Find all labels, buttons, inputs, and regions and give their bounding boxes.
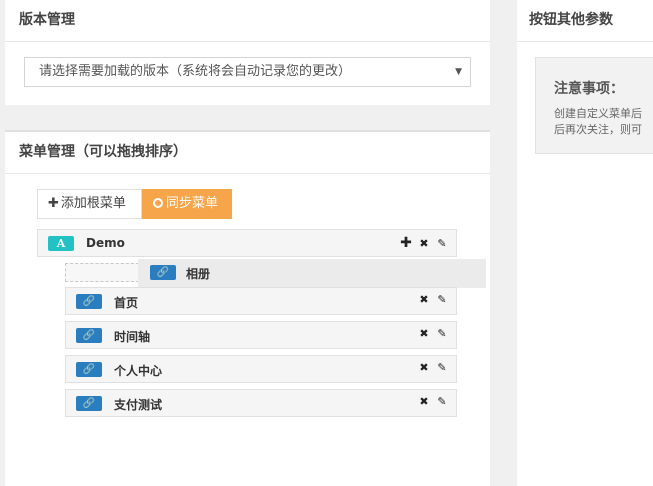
menu-item-label: 时间轴 xyxy=(114,330,151,344)
notice-line: 创建自定义菜单后 xyxy=(554,107,642,120)
menu-item-label: 支付测试 xyxy=(114,398,163,412)
delete-icon[interactable]: ✖ xyxy=(417,237,431,250)
menu-item-label: 首页 xyxy=(114,296,139,310)
edit-icon[interactable]: ✎ xyxy=(435,361,449,374)
menu-panel: 菜单管理（可以拖拽排序） ✚ 添加根菜单 同步菜单 A Demo ✚ ✖ ✎ 🔗 相册… xyxy=(5,130,490,486)
plus-icon: ✚ xyxy=(48,196,59,211)
sync-menu-button[interactable]: 同步菜单 xyxy=(142,189,232,219)
menu-item-demo[interactable]: A Demo ✚ ✖ ✎ xyxy=(37,229,457,257)
button-params-title: 按钮其他参数 xyxy=(517,0,653,42)
link-icon: 🔗 xyxy=(76,328,102,343)
notice-body: 创建自定义菜单后 后再次关注，则可 xyxy=(554,106,642,138)
edit-icon[interactable]: ✎ xyxy=(435,327,449,340)
version-panel: 版本管理 请选择需要加载的版本（系统将会自动记录您的更改） ▼ xyxy=(5,0,490,105)
menu-item-label: Demo xyxy=(86,236,125,250)
delete-icon[interactable]: ✖ xyxy=(417,293,431,306)
add-root-menu-label: 添加根菜单 xyxy=(60,196,126,211)
version-select-value: 请选择需要加载的版本（系统将会自动记录您的更改） xyxy=(39,64,352,79)
menu-item-actions: ✖ ✎ xyxy=(413,327,449,340)
notice-box: 注意事项： 创建自定义菜单后 后再次关注，则可 xyxy=(535,57,653,154)
add-child-icon[interactable]: ✚ xyxy=(399,235,413,251)
chevron-down-icon: ▼ xyxy=(455,67,462,77)
edit-icon[interactable]: ✎ xyxy=(435,395,449,408)
menu-item-label: 相册 xyxy=(186,267,211,281)
menu-item-actions: ✖ ✎ xyxy=(413,361,449,374)
menu-item-child[interactable]: 🔗 个人中心 ✖ ✎ xyxy=(65,355,457,383)
menu-item-actions: ✖ ✎ xyxy=(413,395,449,408)
link-icon: 🔗 xyxy=(150,265,176,280)
notice-title: 注意事项： xyxy=(554,81,624,97)
menu-item-child[interactable]: 🔗 时间轴 ✖ ✎ xyxy=(65,321,457,349)
menu-panel-title: 菜单管理（可以拖拽排序） xyxy=(5,132,490,174)
delete-icon[interactable]: ✖ xyxy=(417,395,431,408)
add-root-menu-button[interactable]: ✚ 添加根菜单 xyxy=(37,189,142,219)
link-icon: 🔗 xyxy=(76,396,102,411)
menu-item-dragging[interactable]: 🔗 相册 xyxy=(138,259,486,288)
edit-icon[interactable]: ✎ xyxy=(435,237,449,250)
menu-item-label: 个人中心 xyxy=(114,364,163,378)
sync-menu-label: 同步菜单 xyxy=(166,196,219,211)
version-select[interactable]: 请选择需要加载的版本（系统将会自动记录您的更改） ▼ xyxy=(24,57,471,87)
delete-icon[interactable]: ✖ xyxy=(417,327,431,340)
menu-item-actions: ✖ ✎ xyxy=(413,293,449,306)
menu-item-actions: ✚ ✖ ✎ xyxy=(395,235,449,251)
button-params-panel: 按钮其他参数 注意事项： 创建自定义菜单后 后再次关注，则可 xyxy=(517,0,653,486)
notice-line: 后再次关注，则可 xyxy=(554,123,642,136)
version-panel-title: 版本管理 xyxy=(5,0,490,42)
delete-icon[interactable]: ✖ xyxy=(417,361,431,374)
link-icon: 🔗 xyxy=(76,362,102,377)
refresh-icon xyxy=(153,198,163,208)
drop-placeholder xyxy=(65,263,139,282)
menu-item-child[interactable]: 🔗 支付测试 ✖ ✎ xyxy=(65,389,457,417)
link-icon: 🔗 xyxy=(76,294,102,309)
app-icon: A xyxy=(48,236,74,251)
edit-icon[interactable]: ✎ xyxy=(435,293,449,306)
menu-item-child[interactable]: 🔗 首页 ✖ ✎ xyxy=(65,287,457,315)
